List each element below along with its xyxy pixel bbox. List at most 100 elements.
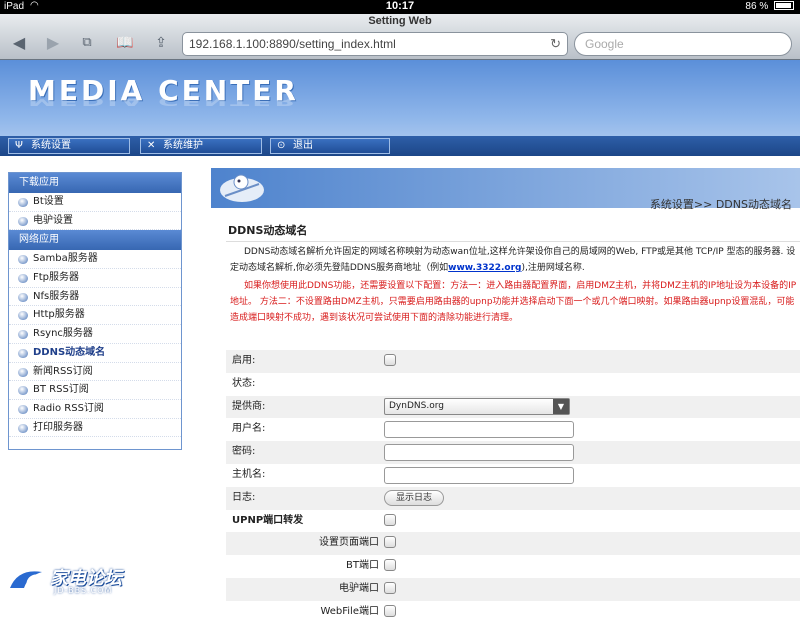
battery-icon (774, 1, 794, 10)
sidebar-item-nfs[interactable]: Nfs服务器 (9, 288, 181, 307)
password-input[interactable] (384, 444, 574, 462)
webfile-port-checkbox[interactable] (384, 604, 396, 627)
sidebar-item-bt[interactable]: Bt设置 (9, 193, 181, 212)
sidebar-bullet-icon (18, 216, 28, 226)
enable-label: 启用: (232, 355, 256, 366)
bt-port-label: BT端口 (346, 560, 379, 572)
logo-reflection: MEDIA CENTER (28, 94, 299, 108)
sidebar-item-print[interactable]: 打印服务器 (9, 419, 181, 438)
username-input[interactable] (384, 421, 574, 439)
watermark-logo-icon (10, 571, 46, 594)
tabs-icon[interactable]: ⧉ (76, 33, 98, 53)
sidebar-bullet-icon (18, 386, 28, 396)
reload-icon[interactable]: ↻ (550, 33, 561, 55)
sidebar-bullet-icon (18, 348, 28, 358)
sidebar: 下载应用 Bt设置 电驴设置 网络应用 Samba服务器 Ftp服务器 Nfs服… (8, 172, 182, 450)
sidebar-item-label: 电驴设置 (33, 214, 73, 226)
settings-table: 启用: 状态: 提供商: DynDNS.org ▼ 用户名: 密码: 主机名: … (226, 350, 800, 624)
sidebar-bullet-icon (18, 274, 28, 284)
sidebar-section-title: 下载应用 (9, 173, 181, 193)
sidebar-bullet-icon (18, 404, 28, 414)
sidebar-item-label: 打印服务器 (33, 421, 83, 433)
sidebar-item-bt-rss[interactable]: BT RSS订阅 (9, 381, 181, 400)
menu-label: 退出 (293, 140, 313, 151)
sidebar-bullet-icon (18, 311, 28, 321)
watermark: 家电论坛 JD-BBS.COM (6, 562, 136, 600)
table-row: 电驴端口 (226, 577, 800, 601)
sidebar-item-samba[interactable]: Samba服务器 (9, 250, 181, 270)
sidebar-item-ddns[interactable]: DDNS动态域名 (9, 344, 181, 363)
clock: 10:17 (385, 0, 415, 12)
provider-link[interactable]: www.3322.org (448, 263, 521, 273)
sidebar-item-label: Ftp服务器 (33, 272, 80, 284)
table-row: 主机名: (226, 464, 800, 487)
chevron-down-icon: ▼ (553, 398, 569, 414)
table-row: 提供商: DynDNS.org ▼ (226, 395, 800, 419)
menu-label: 系统维护 (163, 140, 203, 151)
sidebar-bullet-icon (18, 367, 28, 377)
sidebar-bullet-icon (18, 423, 28, 433)
warning-text: 如果你想使用此DDNS功能，还需要设置以下配置：方法一：进入路由器配置界面，启用… (230, 281, 797, 323)
url-text: 192.168.1.100:8890/setting_index.html (189, 37, 396, 51)
menu-logout[interactable]: ⊙ 退出 (270, 138, 390, 154)
sidebar-item-ftp[interactable]: Ftp服务器 (9, 269, 181, 288)
sidebar-item-label: DDNS动态域名 (33, 346, 106, 358)
top-menu: Ψ 系统设置 ✕ 系统维护 ⊙ 退出 (0, 136, 800, 156)
webfile-port-label: WebFile端口 (320, 605, 379, 617)
status-label: 状态: (232, 377, 256, 389)
sidebar-section-title: 网络应用 (9, 230, 181, 251)
description: DDNS动态域名解析允许固定的网域名称映射为动态wan位址,这样允许架设你自己的… (226, 242, 800, 276)
table-row: BT端口 (226, 555, 800, 578)
edonkey-port-label: 电驴端口 (339, 582, 379, 594)
sidebar-item-label: 新闻RSS订阅 (33, 365, 93, 377)
sidebar-item-edonkey[interactable]: 电驴设置 (9, 212, 181, 231)
sidebar-item-label: Radio RSS订阅 (33, 402, 104, 414)
sidebar-item-radio-rss[interactable]: Radio RSS订阅 (9, 400, 181, 419)
power-icon: ⊙ (277, 140, 286, 151)
battery-indicator: 86 % (745, 1, 794, 12)
battery-percent: 86 % (745, 1, 769, 12)
username-label: 用户名: (232, 423, 266, 435)
sidebar-item-label: Bt设置 (33, 196, 64, 207)
table-row: 启用: (226, 350, 800, 373)
menu-label: 系统设置 (31, 140, 71, 151)
table-row: 用户名: (226, 418, 800, 441)
page-title: Setting Web (368, 15, 432, 27)
table-row: 状态: (226, 373, 800, 396)
sidebar-bullet-icon (18, 330, 28, 340)
status-bar: iPad ◠ 10:17 86 % (0, 0, 800, 14)
sidebar-item-news-rss[interactable]: 新闻RSS订阅 (9, 363, 181, 382)
ddns-form: DDNS动态域名 DDNS动态域名解析允许固定的网域名称映射为动态wan位址,这… (226, 220, 800, 617)
browser-toolbar: Setting Web ◀ ▶ ⧉ 📖 ⇪ 192.168.1.100:8890… (0, 14, 800, 60)
search-input[interactable]: Google (574, 32, 792, 56)
sidebar-item-label: BT RSS订阅 (33, 384, 89, 396)
breadcrumb: 系统设置>> DDNS动态域名 (649, 198, 792, 211)
provider-label: 提供商: (232, 400, 266, 412)
table-row: 密码: (226, 441, 800, 464)
provider-select[interactable]: DynDNS.org ▼ (384, 397, 570, 415)
wrench-icon: Ψ (15, 140, 23, 151)
sidebar-item-http[interactable]: Http服务器 (9, 306, 181, 326)
share-icon[interactable]: ⇪ (150, 33, 172, 53)
provider-value: DynDNS.org (389, 400, 444, 411)
menu-system-maintenance[interactable]: ✕ 系统维护 (140, 138, 262, 154)
sidebar-item-label: Nfs服务器 (33, 290, 80, 302)
sidebar-item-label: Http服务器 (33, 309, 85, 321)
show-log-button[interactable]: 显示日志 (384, 489, 444, 506)
sidebar-bullet-icon (18, 255, 28, 265)
hostname-input[interactable] (384, 466, 574, 484)
back-icon[interactable]: ◀ (8, 33, 30, 53)
setting-port-label: 设置页面端口 (319, 537, 379, 549)
sidebar-item-rsync[interactable]: Rsync服务器 (9, 325, 181, 344)
menu-system-settings[interactable]: Ψ 系统设置 (8, 138, 130, 154)
url-field[interactable]: 192.168.1.100:8890/setting_index.html ↻ (182, 32, 568, 56)
forward-icon[interactable]: ▶ (42, 33, 64, 53)
description-text-end: ),注册网域名称. (521, 263, 585, 273)
bookmarks-icon[interactable]: 📖 (114, 33, 136, 53)
table-row: 日志: 显示日志 (226, 486, 800, 510)
password-label: 密码: (232, 446, 256, 458)
tools-icon: ✕ (147, 140, 156, 151)
sidebar-bullet-icon (18, 198, 28, 207)
table-row: UPNP端口转发 (226, 510, 800, 533)
log-label: 日志: (232, 491, 256, 503)
